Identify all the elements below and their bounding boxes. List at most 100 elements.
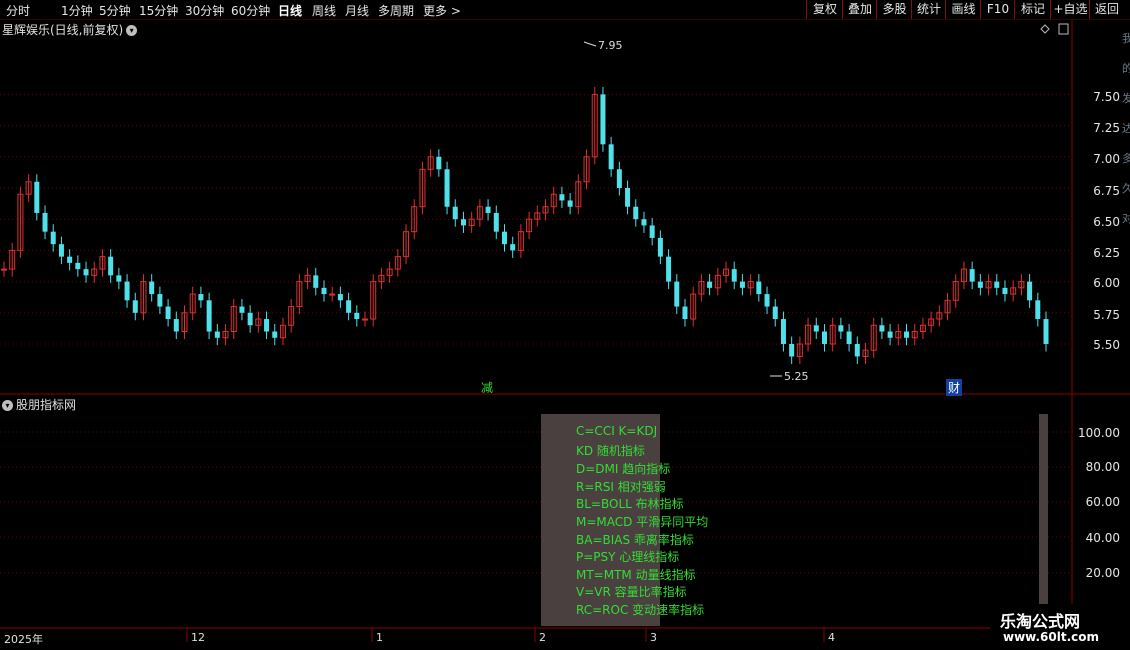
candle-body bbox=[321, 287, 327, 295]
candle-body bbox=[821, 331, 827, 344]
candle-body bbox=[198, 294, 204, 301]
diamond-icon[interactable] bbox=[1040, 24, 1050, 34]
candle-body bbox=[485, 206, 491, 213]
date-label: 3 bbox=[650, 631, 657, 644]
indicator-title: ▾ 股朋指标网 bbox=[2, 396, 76, 413]
candle-body bbox=[567, 200, 573, 207]
candle-body bbox=[1027, 281, 1033, 301]
candle-body bbox=[608, 144, 614, 170]
candle-body bbox=[329, 293, 336, 296]
price-label: 6.00 bbox=[1093, 276, 1120, 290]
event-marker-cai[interactable]: 财 bbox=[946, 379, 963, 396]
event-marker-jian[interactable]: 减 bbox=[479, 379, 495, 396]
candle-body bbox=[977, 281, 983, 288]
candle-body bbox=[132, 300, 138, 313]
candle-body bbox=[42, 212, 48, 232]
candle-body bbox=[493, 212, 499, 232]
candle-body bbox=[354, 312, 360, 320]
date-label: 2025年 bbox=[4, 633, 43, 646]
price-label: 7.25 bbox=[1093, 121, 1120, 135]
price-label: 6.25 bbox=[1093, 246, 1120, 260]
legend-line: M=MACD 平滑异同平均 bbox=[576, 515, 709, 529]
legend-line: R=RSI 相对强弱 bbox=[576, 480, 666, 494]
candle-body bbox=[460, 219, 466, 226]
candle-body bbox=[641, 219, 647, 226]
candle-body bbox=[854, 344, 860, 357]
candle-body bbox=[83, 269, 89, 276]
indicator-axis-label: 40.00 bbox=[1085, 531, 1120, 545]
candle-body bbox=[58, 244, 64, 257]
legend-line: C=CCI K=KDJ bbox=[576, 424, 658, 438]
candle-body bbox=[904, 331, 910, 338]
candle-body bbox=[149, 281, 155, 295]
candle-body bbox=[165, 306, 171, 320]
candle-body bbox=[50, 231, 56, 245]
candle-body bbox=[108, 256, 114, 276]
side-char: 达 bbox=[1122, 122, 1130, 135]
candle-body bbox=[780, 319, 786, 344]
candle-body bbox=[67, 256, 73, 263]
chart-title: 星辉娱乐(日线,前复权) ▾ bbox=[2, 21, 138, 38]
candle-body bbox=[674, 281, 680, 307]
price-label: 7.00 bbox=[1093, 152, 1120, 166]
candle-body bbox=[731, 269, 737, 282]
indicator-axis-label: 60.00 bbox=[1085, 495, 1120, 509]
candle-body bbox=[1043, 319, 1049, 344]
price-label: 5.75 bbox=[1093, 308, 1120, 322]
candle-body bbox=[600, 94, 606, 145]
candle-body bbox=[994, 281, 1000, 288]
candle-body bbox=[313, 275, 319, 288]
panel-toggle-icon[interactable] bbox=[1058, 23, 1069, 35]
date-label: 1 bbox=[376, 631, 383, 644]
chart-title-text: 星辉娱乐(日线,前复权) bbox=[2, 23, 124, 37]
candle-body bbox=[346, 300, 352, 313]
candle-body bbox=[764, 294, 770, 307]
side-char: 我 bbox=[1122, 32, 1130, 45]
legend-line: BL=BOLL 布林指标 bbox=[576, 497, 684, 511]
candle-body bbox=[846, 331, 852, 344]
high-price-label: 7.95 bbox=[598, 39, 623, 52]
legend-line: MT=MTM 动量线指标 bbox=[576, 568, 696, 582]
price-label: 6.50 bbox=[1093, 215, 1120, 229]
chevron-down-icon[interactable]: ▾ bbox=[2, 400, 13, 411]
legend-line: BA=BIAS 乖离率指标 bbox=[576, 533, 694, 547]
watermark-url: www.60lt.com bbox=[1003, 630, 1100, 644]
candle-body bbox=[1002, 287, 1008, 295]
candle-body bbox=[838, 325, 844, 332]
candle-body bbox=[666, 256, 672, 282]
candle-body bbox=[616, 169, 622, 188]
indicator-title-text: 股朋指标网 bbox=[16, 398, 77, 412]
candle-body bbox=[264, 319, 270, 332]
candle-body bbox=[707, 281, 713, 288]
watermark-name: 乐淘公式网 bbox=[1000, 612, 1081, 631]
side-char: 多 bbox=[1122, 152, 1130, 165]
high-pointer bbox=[583, 41, 597, 47]
side-char: 的 bbox=[1122, 62, 1130, 75]
legend-line: RC=ROC 变动速率指标 bbox=[576, 603, 705, 617]
candle-body bbox=[1, 268, 7, 271]
candle-body bbox=[501, 231, 507, 245]
candle-body bbox=[34, 181, 40, 213]
candle-body bbox=[157, 294, 163, 307]
indicator-side-strip bbox=[1039, 414, 1048, 626]
candle-body bbox=[337, 294, 343, 301]
candle-body bbox=[214, 331, 220, 338]
candle-body bbox=[559, 194, 565, 201]
date-label: 4 bbox=[828, 631, 835, 644]
candle-body bbox=[239, 306, 245, 313]
candle-body bbox=[452, 206, 458, 220]
candle-body bbox=[436, 156, 442, 170]
candle-body bbox=[682, 306, 688, 320]
candle-body bbox=[772, 306, 778, 320]
price-label: 6.75 bbox=[1093, 184, 1120, 198]
candle-body bbox=[1035, 300, 1041, 320]
legend-line: D=DMI 趋向指标 bbox=[576, 462, 671, 476]
chevron-down-icon[interactable]: ▾ bbox=[126, 25, 138, 36]
candle-body bbox=[173, 319, 179, 332]
candle-body bbox=[75, 262, 81, 270]
candle-body bbox=[510, 244, 516, 251]
candle-body bbox=[625, 188, 631, 207]
indicator-axis-label: 100.00 bbox=[1078, 426, 1120, 440]
side-char: 发 bbox=[1122, 92, 1130, 105]
legend-line: P=PSY 心理线指标 bbox=[576, 550, 680, 564]
